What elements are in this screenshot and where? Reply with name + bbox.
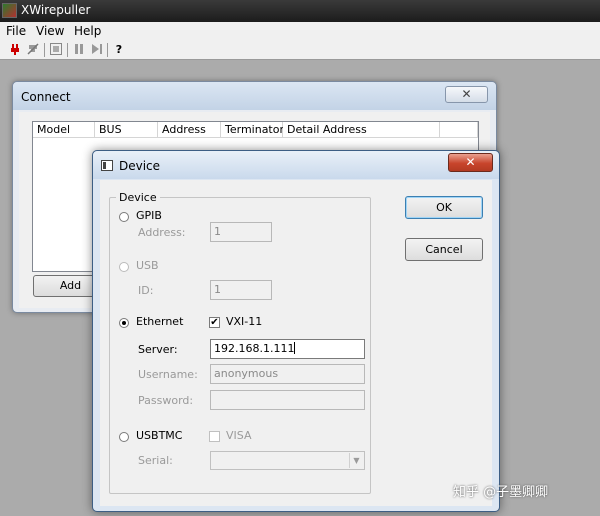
column-header-address[interactable]: Address [158, 122, 221, 138]
visa-label: VISA [226, 429, 252, 442]
vxi11-checkbox[interactable]: ✔ [209, 317, 220, 328]
toolbar-separator [107, 43, 108, 57]
device-group-label: Device [116, 191, 160, 204]
connect-title: Connect [21, 90, 71, 104]
password-field[interactable] [210, 390, 365, 410]
serial-label: Serial: [138, 454, 173, 467]
dialog-window-icon [101, 160, 113, 171]
vxi11-label: VXI-11 [226, 315, 263, 328]
app-title-bar: XWirepuller [0, 0, 600, 22]
connect-plug-icon[interactable] [7, 42, 23, 58]
device-title: Device [119, 159, 161, 173]
pause-icon[interactable] [71, 42, 87, 58]
column-header-terminator[interactable]: Terminator [221, 122, 284, 138]
menu-file[interactable]: File [6, 24, 26, 38]
column-header-model[interactable]: Model [33, 122, 95, 138]
username-field[interactable]: anonymous [210, 364, 365, 384]
ethernet-radio[interactable] [119, 318, 129, 328]
ok-button[interactable]: OK [405, 196, 483, 219]
server-input-value: 192.168.1.111 [214, 342, 295, 355]
usb-radio[interactable] [119, 262, 129, 272]
text-cursor [294, 342, 296, 354]
column-header-detail-address[interactable]: Detail Address [283, 122, 440, 138]
gpib-address-label: Address: [138, 226, 186, 239]
menu-bar: File View Help [0, 22, 600, 40]
usb-id-label: ID: [138, 284, 154, 297]
connect-title-bar: Connect ✕ [13, 82, 496, 110]
usb-label: USB [136, 259, 159, 272]
menu-help[interactable]: Help [74, 24, 101, 38]
app-logo-icon [2, 3, 17, 18]
password-label: Password: [138, 394, 194, 407]
gpib-address-field[interactable]: 1 [210, 222, 272, 242]
watermark: 知乎 @子墨卿卿 [453, 485, 549, 500]
device-dialog: Device ✕ Device GPIB Address: 1 USB ID: … [92, 150, 500, 512]
chevron-down-icon: ▼ [349, 453, 363, 468]
server-input[interactable]: 192.168.1.111 [210, 339, 365, 359]
usbtmc-label: USBTMC [136, 429, 183, 442]
visa-checkbox[interactable] [209, 431, 220, 442]
column-header-bus[interactable]: BUS [95, 122, 158, 138]
disconnect-plug-icon[interactable] [25, 42, 41, 58]
ethernet-label: Ethernet [136, 315, 184, 328]
step-icon[interactable] [89, 42, 105, 58]
column-header-blank [440, 122, 478, 138]
stop-icon[interactable] [48, 42, 64, 58]
app-title: XWirepuller [21, 3, 91, 17]
usbtmc-radio[interactable] [119, 432, 129, 442]
cancel-button[interactable]: Cancel [405, 238, 483, 261]
username-label: Username: [138, 368, 198, 381]
device-title-bar: Device ✕ [93, 151, 499, 179]
help-icon[interactable]: ? [111, 42, 127, 58]
device-client-area: Device GPIB Address: 1 USB ID: 1 Etherne… [100, 180, 492, 506]
server-label: Server: [138, 343, 178, 356]
gpib-label: GPIB [136, 209, 162, 222]
gpib-radio[interactable] [119, 212, 129, 222]
usb-id-field[interactable]: 1 [210, 280, 272, 300]
serial-dropdown[interactable]: ▼ [210, 451, 365, 470]
toolbar-separator [67, 43, 68, 57]
menu-view[interactable]: View [36, 24, 64, 38]
device-close-button[interactable]: ✕ [448, 153, 493, 172]
toolbar: ? [0, 40, 600, 60]
toolbar-separator [44, 43, 45, 57]
connect-close-button[interactable]: ✕ [445, 86, 488, 103]
